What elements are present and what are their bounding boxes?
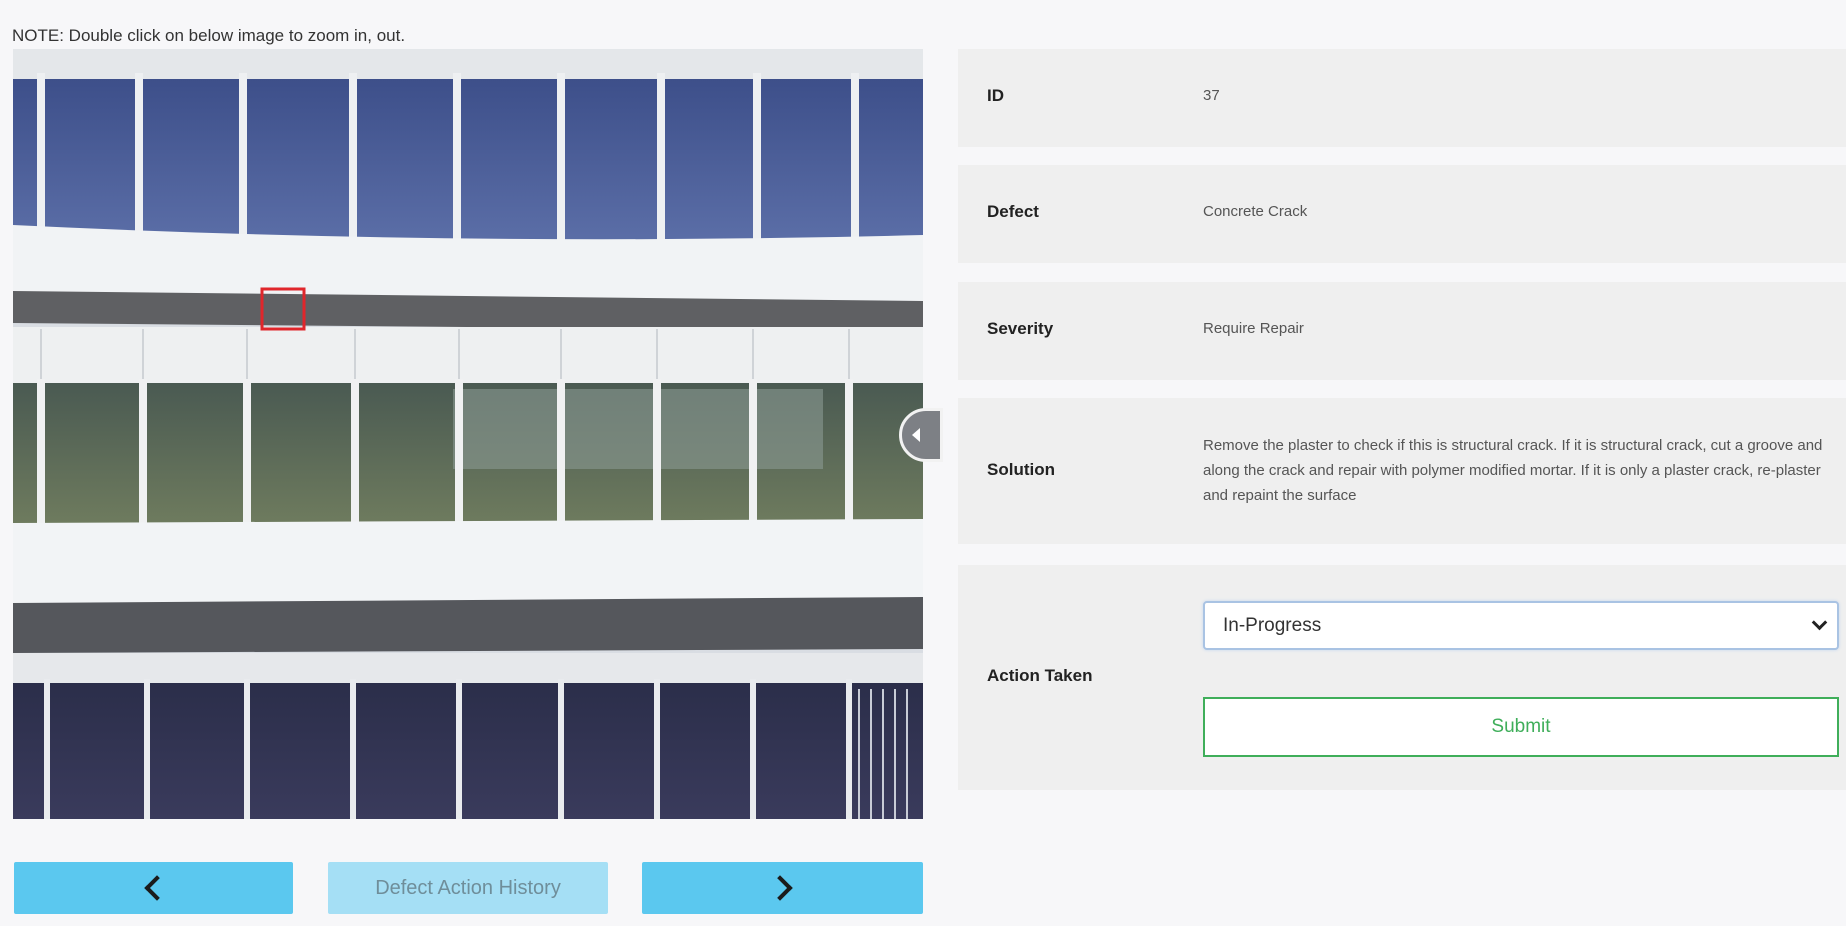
defect-image-viewer[interactable]: [13, 49, 923, 819]
defect-value: Concrete Crack: [1203, 203, 1308, 220]
submit-button[interactable]: Submit: [1203, 697, 1839, 757]
severity-row: Severity Require Repair: [958, 282, 1846, 380]
id-label: ID: [987, 86, 1004, 105]
chevron-down-icon: [1811, 614, 1828, 631]
next-defect-button[interactable]: [642, 862, 923, 914]
solution-label: Solution: [987, 460, 1055, 479]
chevron-left-icon: [143, 875, 170, 901]
previous-defect-button[interactable]: [14, 862, 293, 914]
solution-row: Solution Remove the plaster to check if …: [958, 398, 1846, 544]
defect-label: Defect: [987, 202, 1039, 221]
building-facade-image: [13, 49, 923, 819]
defect-row: Defect Concrete Crack: [958, 165, 1846, 263]
chevron-right-icon: [766, 875, 793, 901]
severity-label: Severity: [987, 319, 1054, 338]
id-value: 37: [1203, 87, 1220, 104]
severity-value: Require Repair: [1203, 320, 1304, 337]
action-taken-row: Action Taken In-Progress Submit: [958, 565, 1846, 790]
defect-action-history-button[interactable]: Defect Action History: [328, 862, 608, 914]
zoom-note: NOTE: Double click on below image to zoo…: [12, 26, 406, 45]
action-taken-selected-value: In-Progress: [1223, 614, 1322, 636]
id-row: ID 37: [958, 49, 1846, 147]
action-taken-select[interactable]: In-Progress: [1203, 601, 1839, 650]
action-taken-label: Action Taken: [987, 666, 1093, 685]
solution-value: Remove the plaster to check if this is s…: [1203, 437, 1823, 504]
